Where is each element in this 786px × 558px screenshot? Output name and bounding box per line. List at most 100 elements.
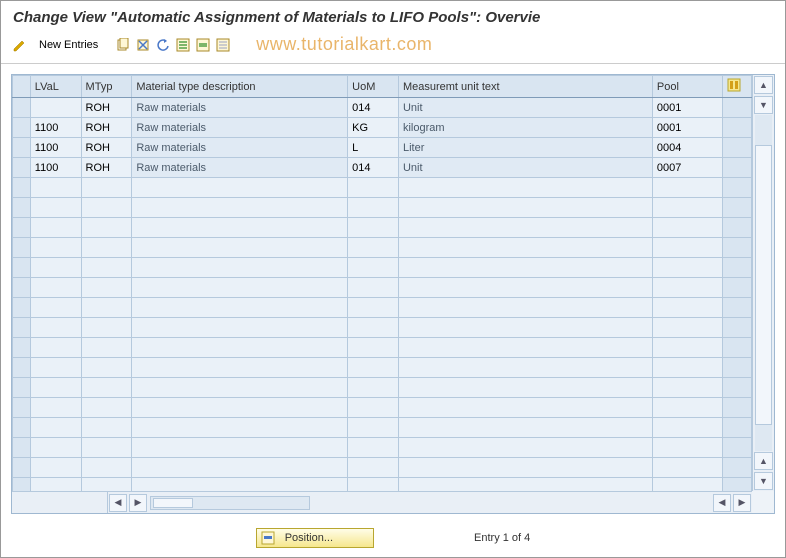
hscroll-right-step-button[interactable]: ▶	[129, 494, 147, 512]
col-header-mut[interactable]: Measuremt unit text	[398, 76, 652, 98]
row-selector[interactable]	[13, 178, 31, 198]
cell-mut[interactable]	[398, 278, 652, 298]
cell-lval[interactable]	[30, 238, 81, 258]
table-row-empty[interactable]	[13, 338, 752, 358]
cell-mtyp[interactable]: ROH	[81, 138, 132, 158]
cell-mtyp[interactable]	[81, 218, 132, 238]
col-header-mtyp[interactable]: MTyp	[81, 76, 132, 98]
cell-lval[interactable]: 1100	[30, 158, 81, 178]
row-selector[interactable]	[13, 298, 31, 318]
cell-lval[interactable]	[30, 398, 81, 418]
row-selector[interactable]	[13, 438, 31, 458]
row-selector[interactable]	[13, 238, 31, 258]
row-selector[interactable]	[13, 458, 31, 478]
row-selector-header[interactable]	[13, 76, 31, 98]
cell-mut[interactable]	[398, 378, 652, 398]
select-block-icon[interactable]	[194, 36, 212, 54]
cell-mtyp[interactable]	[81, 418, 132, 438]
row-selector[interactable]	[13, 398, 31, 418]
cell-mtyp[interactable]	[81, 298, 132, 318]
col-header-lval[interactable]: LVaL	[30, 76, 81, 98]
cell-mut[interactable]	[398, 258, 652, 278]
cell-uom[interactable]	[348, 178, 399, 198]
table-row[interactable]: 1100ROHRaw materialsKGkilogram0001	[13, 118, 752, 138]
row-selector[interactable]	[13, 258, 31, 278]
cell-pool[interactable]	[652, 478, 722, 492]
table-row-empty[interactable]	[13, 398, 752, 418]
cell-uom[interactable]	[348, 438, 399, 458]
col-header-pool[interactable]: Pool	[652, 76, 722, 98]
cell-lval[interactable]	[30, 98, 81, 118]
cell-pool[interactable]	[652, 198, 722, 218]
cell-uom[interactable]	[348, 358, 399, 378]
table-row-empty[interactable]	[13, 458, 752, 478]
cell-desc[interactable]	[132, 458, 348, 478]
cell-uom[interactable]	[348, 218, 399, 238]
cell-desc[interactable]	[132, 478, 348, 492]
change-icon[interactable]	[11, 36, 29, 54]
cell-pool[interactable]	[652, 438, 722, 458]
cell-uom[interactable]	[348, 278, 399, 298]
cell-pool[interactable]	[652, 238, 722, 258]
cell-lval[interactable]	[30, 358, 81, 378]
cell-lval[interactable]	[30, 478, 81, 492]
cell-desc[interactable]	[132, 278, 348, 298]
cell-pool[interactable]: 0001	[652, 118, 722, 138]
cell-lval[interactable]	[30, 418, 81, 438]
cell-lval[interactable]	[30, 258, 81, 278]
cell-mtyp[interactable]	[81, 378, 132, 398]
table-row-empty[interactable]	[13, 298, 752, 318]
scroll-up-step-button[interactable]: ▲	[754, 452, 773, 470]
cell-pool[interactable]	[652, 458, 722, 478]
cell-mut[interactable]	[398, 298, 652, 318]
cell-desc[interactable]	[132, 438, 348, 458]
cell-desc[interactable]	[132, 398, 348, 418]
cell-desc[interactable]	[132, 178, 348, 198]
row-selector[interactable]	[13, 478, 31, 492]
delete-icon[interactable]	[134, 36, 152, 54]
cell-mtyp[interactable]	[81, 478, 132, 492]
cell-mut[interactable]	[398, 478, 652, 492]
cell-pool[interactable]: 0004	[652, 138, 722, 158]
select-all-icon[interactable]	[174, 36, 192, 54]
table-row-empty[interactable]	[13, 198, 752, 218]
cell-lval[interactable]	[30, 318, 81, 338]
cell-desc[interactable]	[132, 318, 348, 338]
cell-uom[interactable]	[348, 318, 399, 338]
row-selector[interactable]	[13, 158, 31, 178]
cell-mtyp[interactable]	[81, 258, 132, 278]
cell-mtyp[interactable]	[81, 198, 132, 218]
cell-mtyp[interactable]	[81, 338, 132, 358]
scroll-up-button[interactable]: ▲	[754, 76, 773, 94]
cell-pool[interactable]	[652, 278, 722, 298]
cell-desc[interactable]	[132, 198, 348, 218]
table-row-empty[interactable]	[13, 438, 752, 458]
cell-pool[interactable]: 0007	[652, 158, 722, 178]
cell-desc[interactable]	[132, 298, 348, 318]
row-selector[interactable]	[13, 98, 31, 118]
cell-pool[interactable]	[652, 258, 722, 278]
cell-uom[interactable]: 014	[348, 158, 399, 178]
cell-lval[interactable]	[30, 218, 81, 238]
row-selector[interactable]	[13, 198, 31, 218]
cell-mut[interactable]	[398, 218, 652, 238]
row-selector[interactable]	[13, 338, 31, 358]
cell-mtyp[interactable]: ROH	[81, 98, 132, 118]
cell-desc[interactable]	[132, 238, 348, 258]
cell-pool[interactable]: 0001	[652, 98, 722, 118]
cell-mut[interactable]	[398, 418, 652, 438]
cell-uom[interactable]	[348, 418, 399, 438]
cell-desc[interactable]	[132, 418, 348, 438]
cell-lval[interactable]	[30, 458, 81, 478]
new-entries-button[interactable]: New Entries	[33, 37, 104, 53]
table-row-empty[interactable]	[13, 178, 752, 198]
row-selector[interactable]	[13, 358, 31, 378]
table-row-empty[interactable]	[13, 418, 752, 438]
cell-mut[interactable]	[398, 338, 652, 358]
table-row-empty[interactable]	[13, 258, 752, 278]
cell-mtyp[interactable]	[81, 238, 132, 258]
cell-mtyp[interactable]	[81, 358, 132, 378]
cell-lval[interactable]	[30, 378, 81, 398]
cell-lval[interactable]: 1100	[30, 138, 81, 158]
cell-uom[interactable]: L	[348, 138, 399, 158]
